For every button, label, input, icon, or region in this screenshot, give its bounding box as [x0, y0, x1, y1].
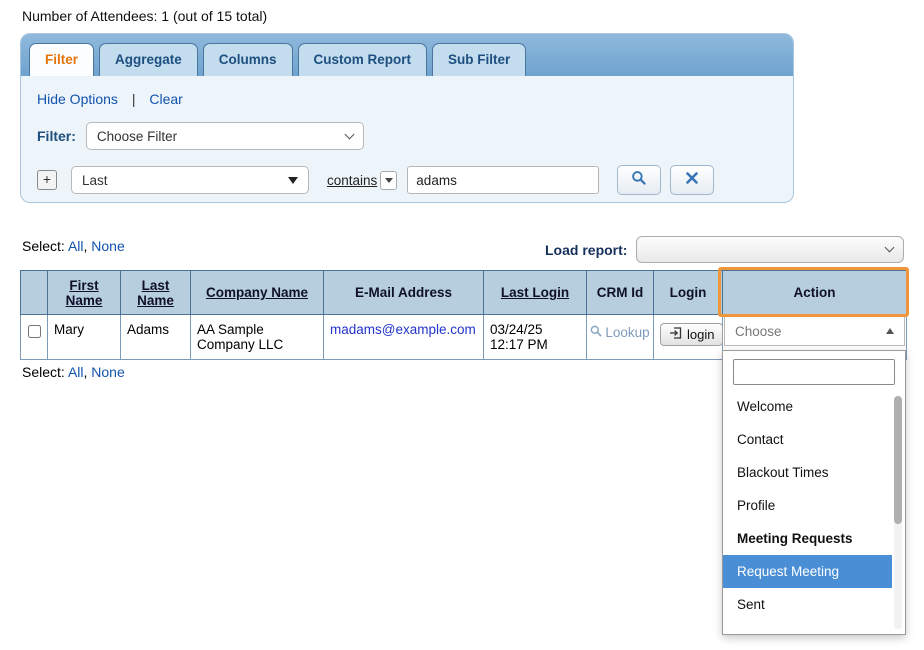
header-action: Action — [723, 271, 907, 315]
header-label: Login — [670, 285, 707, 300]
load-report-label: Load report: — [545, 242, 627, 258]
login-cell: login — [654, 315, 723, 360]
load-report-select[interactable] — [636, 236, 904, 263]
action-dropdown-search-input[interactable] — [733, 359, 895, 385]
action-select[interactable]: Choose — [724, 316, 905, 346]
header-label: CRM Id — [597, 285, 644, 300]
header-label: First Name — [66, 278, 103, 308]
header-label: Last Login — [501, 285, 569, 300]
lookup-label: Lookup — [605, 325, 649, 340]
select-label: Select: — [22, 364, 65, 380]
login-button-label: login — [687, 327, 714, 342]
select-none-link[interactable]: None — [91, 238, 124, 254]
filter-condition-row: + Last contains — [37, 165, 781, 195]
crm-id-cell: Lookup — [587, 315, 654, 360]
filter-panel-body: Hide Options | Clear Filter: Choose Filt… — [21, 76, 793, 203]
header-last-login[interactable]: Last Login — [484, 271, 587, 315]
last-name-cell: Adams — [121, 315, 191, 360]
choose-filter-value: Choose Filter — [97, 129, 177, 144]
table-header-row: First Name Last Name Company Name E-Mail… — [21, 271, 907, 315]
filter-label: Filter: — [37, 128, 76, 144]
operator-label[interactable]: contains — [327, 173, 377, 188]
crm-lookup-link[interactable]: Lookup — [593, 325, 647, 340]
login-icon — [669, 327, 682, 342]
filter-field-value: Last — [82, 173, 108, 188]
filter-field-select[interactable]: Last — [71, 166, 309, 194]
tab-columns[interactable]: Columns — [203, 43, 293, 76]
header-checkbox — [21, 271, 48, 315]
filter-tab-strip: Filter Aggregate Columns Custom Report S… — [21, 34, 793, 76]
header-company-name[interactable]: Company Name — [191, 271, 324, 315]
row-checkbox[interactable] — [28, 325, 41, 338]
hide-options-link[interactable]: Hide Options — [37, 91, 118, 107]
choose-filter-select[interactable]: Choose Filter — [86, 122, 364, 150]
comma: , — [84, 364, 88, 380]
header-first-name[interactable]: First Name — [48, 271, 121, 315]
header-login: Login — [654, 271, 723, 315]
separator: | — [132, 91, 136, 107]
dropdown-option-welcome[interactable]: Welcome — [723, 390, 892, 423]
chevron-down-icon — [885, 243, 895, 253]
attendee-table: First Name Last Name Company Name E-Mail… — [20, 270, 907, 360]
dropdown-option-profile[interactable]: Profile — [723, 489, 892, 522]
header-label: E-Mail Address — [355, 285, 452, 300]
last-login-cell: 03/24/25 12:17 PM — [484, 315, 587, 360]
header-crm-id: CRM Id — [587, 271, 654, 315]
filter-panel: Filter Aggregate Columns Custom Report S… — [20, 33, 794, 203]
tab-filter[interactable]: Filter — [29, 43, 94, 76]
attendee-management-page: Number of Attendees: 1 (out of 15 total)… — [0, 0, 924, 650]
header-label: Company Name — [206, 285, 308, 300]
select-label: Select: — [22, 238, 65, 254]
chevron-up-icon — [886, 328, 894, 334]
dropdown-group-meeting-requests[interactable]: Meeting Requests — [723, 522, 892, 555]
dropdown-option-blackout-times[interactable]: Blackout Times — [723, 456, 892, 489]
last-login-time: 12:17 PM — [490, 337, 580, 352]
add-condition-button[interactable]: + — [37, 170, 57, 190]
tab-aggregate[interactable]: Aggregate — [99, 43, 198, 76]
select-bar-bottom: Select: All, None — [22, 364, 125, 380]
close-icon — [686, 171, 698, 189]
filter-options-row: Hide Options | Clear — [37, 91, 781, 107]
login-button[interactable]: login — [660, 323, 723, 346]
header-last-name[interactable]: Last Name — [121, 271, 191, 315]
dropdown-scrollbar-thumb[interactable] — [894, 396, 902, 524]
select-bar-top: Select: All, None — [22, 238, 125, 254]
search-button[interactable] — [617, 165, 661, 195]
tab-sub-filter[interactable]: Sub Filter — [432, 43, 526, 76]
select-all-link[interactable]: All — [68, 238, 84, 254]
attendee-count: Number of Attendees: 1 (out of 15 total) — [22, 8, 267, 24]
filter-select-row: Filter: Choose Filter — [37, 122, 781, 150]
clear-link[interactable]: Clear — [149, 91, 182, 107]
select-all-link[interactable]: All — [68, 364, 84, 380]
row-checkbox-cell — [21, 315, 48, 360]
search-icon — [590, 325, 602, 340]
action-dropdown-panel: Welcome Contact Blackout Times Profile M… — [722, 350, 906, 635]
dropdown-arrow-icon — [288, 177, 298, 184]
dropdown-option-contact[interactable]: Contact — [723, 423, 892, 456]
select-none-link[interactable]: None — [91, 364, 124, 380]
dropdown-scrollbar[interactable] — [894, 396, 902, 629]
comma: , — [84, 238, 88, 254]
action-select-value: Choose — [735, 324, 782, 339]
header-label: Action — [794, 285, 836, 300]
chevron-down-icon — [344, 129, 354, 139]
operator-select[interactable] — [380, 171, 397, 190]
search-icon — [631, 170, 647, 191]
load-report: Load report: — [545, 236, 904, 263]
dropdown-option-sent[interactable]: Sent — [723, 588, 892, 621]
clear-filter-button[interactable] — [670, 165, 714, 195]
email-link[interactable]: madams@example.com — [330, 322, 476, 337]
tab-custom-report[interactable]: Custom Report — [298, 43, 428, 76]
dropdown-option-request-meeting[interactable]: Request Meeting — [723, 555, 892, 588]
last-login-date: 03/24/25 — [490, 322, 580, 337]
header-label: Last Name — [137, 278, 174, 308]
header-email: E-Mail Address — [324, 271, 484, 315]
company-cell: AA Sample Company LLC — [191, 315, 324, 360]
first-name-cell: Mary — [48, 315, 121, 360]
email-cell: madams@example.com — [324, 315, 484, 360]
filter-value-input[interactable] — [407, 166, 599, 194]
dropdown-arrow-icon — [385, 178, 393, 183]
